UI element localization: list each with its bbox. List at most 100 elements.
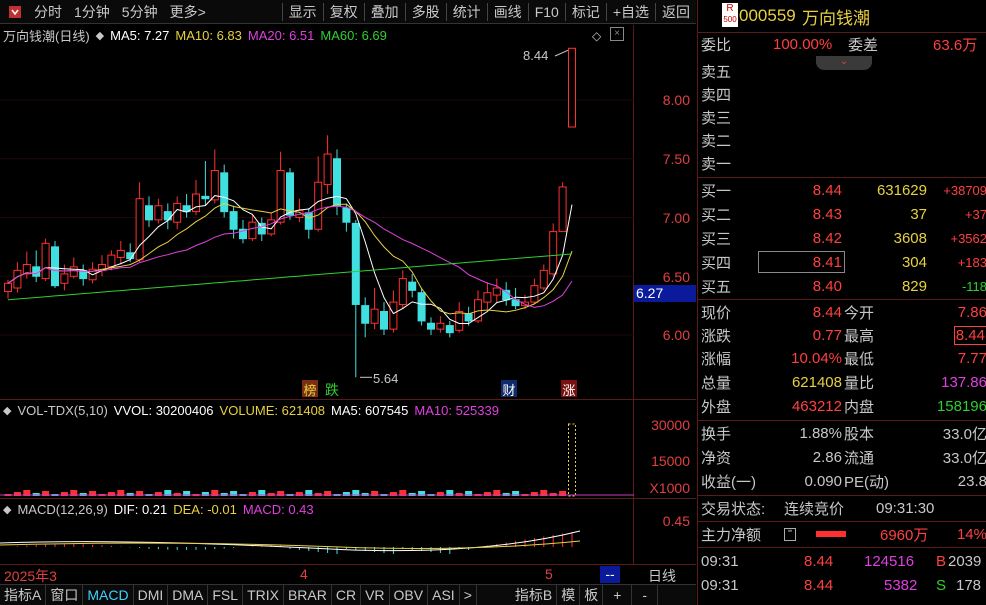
candle-down	[351, 222, 360, 305]
candle-down	[201, 195, 210, 200]
add-watchlist-button[interactable]: +自选	[607, 2, 655, 22]
tab-cr[interactable]: CR	[332, 584, 362, 605]
weicha-value: 63.6万	[933, 37, 978, 54]
tab-window[interactable]: 窗口	[46, 584, 84, 605]
tab-vr[interactable]: VR	[361, 584, 390, 605]
tab-indicator-a[interactable]: 指标A	[0, 584, 47, 605]
quote-row-outer: 外盘 463212 内盘 158196	[701, 398, 986, 416]
candle-up	[492, 287, 501, 296]
mark-button[interactable]: 标记	[566, 2, 606, 22]
tab-5min[interactable]: 5分钟	[116, 2, 164, 22]
toolbar-right-group: 显示 复权 叠加 多股 统计 画线 F10 标记 +自选 返回	[281, 0, 696, 24]
zoom-in-button[interactable]: +	[603, 584, 633, 605]
back-button[interactable]: 返回	[656, 2, 696, 22]
axis-tick-7.50: 7.50	[662, 151, 690, 167]
axis-tick-7.00: 7.00	[662, 210, 690, 226]
vol-axis-30000: 30000	[651, 417, 690, 433]
tab-fenshi[interactable]: 分时	[28, 2, 68, 22]
zoom-out-button[interactable]: -	[632, 584, 659, 605]
tab-asi[interactable]: ASI	[428, 584, 460, 605]
buy-row-3: 买三 8.42 3608 +3562	[701, 230, 986, 248]
sell-row-4: 卖四	[701, 87, 732, 104]
macd-axis: 0.45	[634, 499, 696, 564]
candle-up	[107, 254, 116, 268]
candle-up	[192, 193, 200, 213]
axis-tick-8.00: 8.00	[662, 92, 690, 108]
sell-row-2: 卖二	[701, 133, 732, 150]
date-may: 5	[545, 566, 553, 582]
tick-row: 09:31 8.44 124516 B 2039	[701, 553, 982, 570]
price-axis: 8.00 7.50 7.00 6.50 6.00 6.27	[634, 25, 696, 399]
candle-down	[257, 222, 266, 235]
flow-detail-icon[interactable]: ≡	[784, 527, 796, 541]
candle-up	[276, 170, 285, 223]
date-mar: 2025年3	[4, 568, 57, 584]
tag-bang[interactable]: 榜	[302, 380, 318, 398]
volume-bar	[568, 423, 576, 497]
vol-axis-unit: X1000	[649, 480, 690, 496]
tab-dma[interactable]: DMA	[168, 584, 209, 605]
candle-up	[154, 205, 163, 221]
tag-cai[interactable]: 财	[501, 380, 517, 398]
date-apr: 4	[300, 566, 308, 582]
f10-button[interactable]: F10	[529, 4, 565, 20]
quote-row-price: 现价 8.44 今开 7.86	[701, 304, 986, 322]
adjust-button[interactable]: 复权	[324, 2, 364, 22]
candle-down	[163, 211, 172, 221]
tab-template-2[interactable]: 板	[580, 584, 604, 605]
volume-pane[interactable]: ◆ VOL-TDX(5,10) VVOL: 30200406 VOLUME: 6…	[0, 400, 634, 498]
kline-pane[interactable]: 万向钱潮(日线) ◆ MA5: 7.27 MA10: 6.83 MA20: 6.…	[0, 25, 634, 399]
indicator-tabs: 指标A 窗口 MACD DMI DMA FSL TRIX BRAR CR VR …	[0, 584, 696, 605]
tab-trix[interactable]: TRIX	[243, 584, 284, 605]
weibi-label: 委比	[701, 37, 732, 54]
main-flow-row: 主力净额 ≡ 6960万 14%	[701, 526, 986, 544]
buy-row-4: 买四 8.41 304 +183	[698, 251, 986, 274]
candle-up	[568, 47, 576, 128]
chart-type-dropdown-icon[interactable]	[8, 5, 22, 19]
stats-button[interactable]: 统计	[447, 2, 487, 22]
macd-chart	[0, 530, 581, 554]
tab-indicator-b[interactable]: 指标B	[511, 584, 558, 605]
candle-down	[220, 172, 229, 213]
show-button[interactable]: 显示	[283, 2, 323, 22]
tab-1min[interactable]: 1分钟	[68, 2, 116, 22]
sell-row-3: 卖三	[701, 110, 732, 127]
kline-chart	[0, 47, 634, 378]
high-pointer	[554, 49, 569, 57]
quote-row-pct: 涨幅 10.04% 最低 7.77	[701, 350, 986, 368]
axis-tick-6.00: 6.00	[662, 327, 690, 343]
tab-dmi[interactable]: DMI	[134, 584, 169, 605]
stock-code: 000559	[739, 6, 796, 25]
macd-pane[interactable]: ◆ MACD(12,26,9) DIF: 0.21 DEA: -0.01 MAC…	[0, 499, 634, 564]
tab-fsl[interactable]: FSL	[208, 584, 244, 605]
candle-up	[530, 285, 539, 303]
candle-down	[286, 172, 294, 216]
divider	[698, 521, 986, 522]
candle-up	[60, 273, 69, 284]
candle-down	[333, 158, 341, 207]
divider	[698, 420, 986, 421]
tab-more[interactable]: 更多>	[164, 2, 212, 22]
candle-up	[558, 186, 567, 233]
draw-line-button[interactable]: 画线	[488, 2, 528, 22]
overlay-button[interactable]: 叠加	[365, 2, 405, 22]
quote-panel: R 500 000559 万向钱潮 委比 100.00% 委差 63.6万 ⌄ …	[697, 0, 986, 605]
divider	[698, 299, 986, 300]
macd-axis-045: 0.45	[662, 513, 690, 529]
tag-die[interactable]: 跌	[325, 380, 339, 400]
tag-zhang[interactable]: 涨	[561, 380, 577, 398]
multi-stock-button[interactable]: 多股	[406, 2, 446, 22]
tab-more-arrow[interactable]: >	[460, 584, 477, 605]
flow-bar	[816, 531, 846, 537]
candle-down	[145, 205, 153, 221]
tab-obv[interactable]: OBV	[390, 584, 429, 605]
period-label[interactable]: 日线	[648, 566, 676, 586]
tab-template-1[interactable]: 模	[557, 584, 581, 605]
candle-up	[13, 269, 22, 289]
stock-name: 万向钱潮	[802, 8, 870, 28]
candle-down	[304, 212, 313, 230]
tab-macd[interactable]: MACD	[83, 584, 134, 605]
trade-status-row: 交易状态: 连续竞价 09:31:30	[701, 500, 935, 518]
tab-brar[interactable]: BRAR	[284, 584, 332, 605]
current-price-tag: 6.27	[634, 285, 696, 302]
